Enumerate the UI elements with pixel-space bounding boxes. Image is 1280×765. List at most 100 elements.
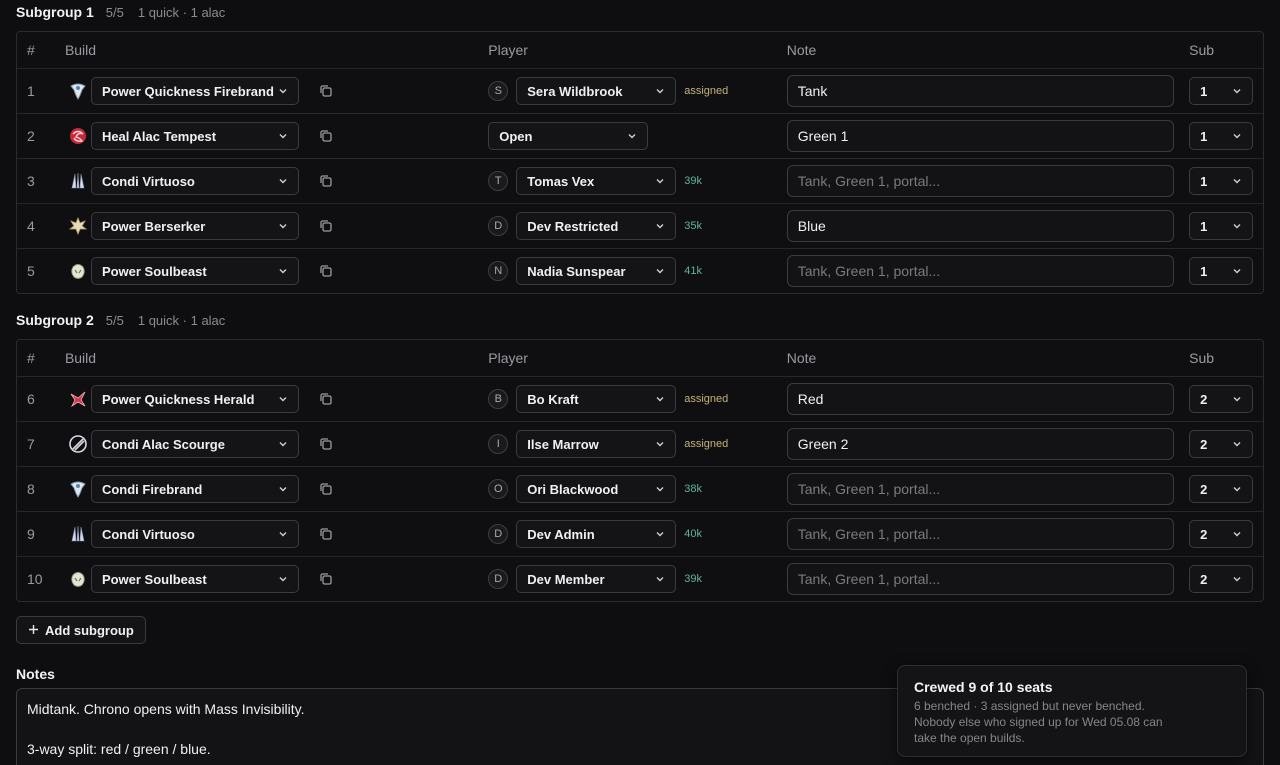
sub-select[interactable]: 2 [1189, 430, 1254, 458]
player-select[interactable]: Ori Blackwood [516, 475, 677, 503]
copy-icon[interactable] [299, 436, 334, 452]
chevron-down-icon [655, 264, 665, 279]
col-num: # [27, 42, 35, 58]
firebrand-icon [65, 476, 91, 502]
player-select-value: Dev Restricted [527, 218, 619, 234]
chevron-down-icon [278, 527, 288, 542]
sub-select-value: 2 [1200, 436, 1208, 452]
table-header: # Build Player Note Sub [17, 32, 1263, 68]
chevron-down-icon [278, 482, 288, 497]
row-number: 9 [27, 526, 35, 542]
copy-icon[interactable] [299, 263, 334, 279]
note-input[interactable]: Green 1 [786, 120, 1174, 152]
assigned-badge: assigned [684, 438, 729, 450]
player-select[interactable]: Sera Wildbrook [516, 77, 677, 105]
sub-select[interactable]: 2 [1189, 520, 1254, 548]
player-select[interactable]: Dev Restricted [516, 212, 677, 240]
build-select[interactable]: Condi Virtuoso [90, 167, 299, 195]
chevron-down-icon [1232, 264, 1242, 279]
chevron-down-icon [278, 572, 288, 587]
note-input[interactable]: Tank, Green 1, portal... [786, 473, 1174, 505]
row-number: 8 [27, 481, 35, 497]
copy-icon[interactable] [299, 218, 334, 234]
sub-select[interactable]: 2 [1189, 385, 1254, 413]
chevron-down-icon [1232, 129, 1242, 144]
copy-icon[interactable] [299, 526, 334, 542]
scourge-icon [65, 431, 91, 457]
player-select[interactable]: Bo Kraft [516, 385, 677, 413]
avatar: O [488, 479, 509, 499]
table-row: 8 Condi Firebrand O Ori Blackwood 38k Ta… [17, 466, 1263, 511]
build-select[interactable]: Condi Alac Scourge [90, 430, 299, 458]
build-select[interactable]: Heal Alac Tempest [90, 122, 299, 150]
power-badge: 41k [684, 265, 702, 277]
avatar: I [488, 434, 509, 454]
table-row: 9 Condi Virtuoso D Dev Admin 40k Tank, G… [17, 511, 1263, 556]
copy-icon[interactable] [299, 481, 334, 497]
player-select[interactable]: Dev Member [516, 565, 677, 593]
sub-select-value: 1 [1200, 83, 1208, 99]
chevron-down-icon [655, 392, 665, 407]
player-select-value: Dev Member [527, 571, 605, 587]
chevron-down-icon [1232, 174, 1242, 189]
sub-select[interactable]: 1 [1189, 167, 1254, 195]
sub-select[interactable]: 2 [1189, 565, 1254, 593]
build-select[interactable]: Power Quickness Herald [90, 385, 299, 413]
copy-icon[interactable] [299, 571, 334, 587]
copy-icon[interactable] [299, 128, 334, 144]
player-select-value: Sera Wildbrook [527, 83, 623, 99]
table-row: 7 Condi Alac Scourge I Ilse Marrow assig… [17, 421, 1263, 466]
note-input[interactable]: Green 2 [786, 428, 1174, 460]
col-build: Build [64, 350, 97, 366]
add-subgroup-button[interactable]: Add subgroup [16, 616, 146, 644]
player-select-value: Nadia Sunspear [527, 263, 626, 279]
build-select[interactable]: Condi Firebrand [90, 475, 299, 503]
note-input[interactable]: Tank, Green 1, portal... [786, 255, 1174, 287]
chevron-down-icon [278, 437, 288, 452]
power-badge: 39k [684, 573, 702, 585]
sub-select[interactable]: 1 [1189, 257, 1254, 285]
sub-select[interactable]: 1 [1189, 212, 1254, 240]
player-select[interactable]: Ilse Marrow [516, 430, 677, 458]
table-row: 5 Power Soulbeast N Nadia Sunspear 41k T… [17, 248, 1263, 293]
build-select[interactable]: Power Soulbeast [90, 257, 299, 285]
build-select[interactable]: Power Berserker [90, 212, 299, 240]
note-input[interactable]: Tank, Green 1, portal... [786, 165, 1174, 197]
player-select[interactable]: Open [488, 122, 649, 150]
player-select[interactable]: Tomas Vex [516, 167, 677, 195]
copy-icon[interactable] [299, 391, 334, 407]
chevron-down-icon [655, 437, 665, 452]
copy-icon[interactable] [299, 173, 334, 189]
note-input[interactable]: Tank, Green 1, portal... [786, 563, 1174, 595]
col-note: Note [786, 350, 817, 366]
table-row: 4 Power Berserker D Dev Restricted 35k B… [17, 203, 1263, 248]
build-select[interactable]: Power Quickness Firebrand [90, 77, 299, 105]
build-select[interactable]: Power Soulbeast [90, 565, 299, 593]
build-select[interactable]: Condi Virtuoso [90, 520, 299, 548]
chevron-down-icon [1232, 392, 1242, 407]
chevron-down-icon [655, 84, 665, 99]
sub-select[interactable]: 1 [1189, 122, 1254, 150]
player-select[interactable]: Dev Admin [516, 520, 677, 548]
table-row: 3 Condi Virtuoso T Tomas Vex 39k Tank, G… [17, 158, 1263, 203]
soulbeast-icon [65, 566, 91, 592]
note-input[interactable]: Tank [786, 75, 1174, 107]
add-subgroup-label: Add subgroup [45, 622, 134, 638]
sub-select[interactable]: 2 [1189, 475, 1254, 503]
build-select-value: Condi Alac Scourge [101, 436, 225, 452]
sub-select[interactable]: 1 [1189, 77, 1254, 105]
note-input[interactable]: Tank, Green 1, portal... [786, 518, 1174, 550]
copy-icon[interactable] [299, 83, 334, 99]
chevron-down-icon [278, 174, 288, 189]
player-select[interactable]: Nadia Sunspear [516, 257, 677, 285]
player-select-value: Ori Blackwood [527, 481, 619, 497]
build-select-value: Power Berserker [101, 218, 206, 234]
build-select-value: Condi Virtuoso [101, 526, 195, 542]
note-input[interactable]: Red [786, 383, 1174, 415]
col-build: Build [64, 42, 97, 58]
note-input[interactable]: Blue [786, 210, 1174, 242]
build-select-value: Condi Firebrand [101, 481, 203, 497]
subgroup-table: # Build Player Note Sub 1 Power Quicknes… [16, 31, 1264, 294]
col-num: # [27, 350, 35, 366]
col-player: Player [488, 350, 528, 366]
